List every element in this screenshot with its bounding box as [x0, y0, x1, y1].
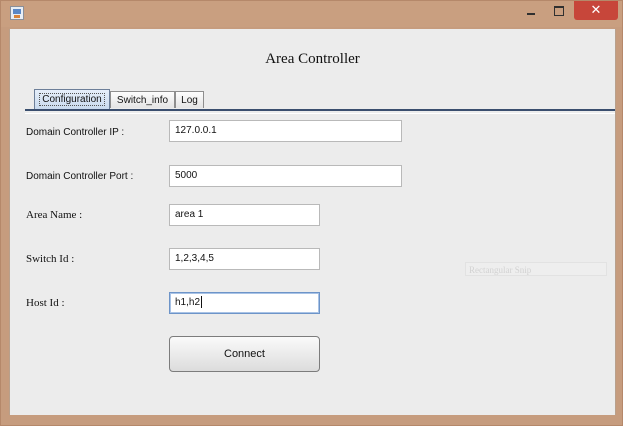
content-panel: Area Controller Configuration Switch_inf…: [9, 29, 616, 415]
host-id-value: h1,h2: [175, 297, 201, 308]
page-title: Area Controller: [265, 51, 360, 67]
area-name-field[interactable]: area 1: [169, 204, 320, 226]
tab-label: Configuration: [39, 93, 105, 106]
tab-configuration[interactable]: Configuration: [34, 89, 110, 109]
switch-id-field[interactable]: 1,2,3,4,5: [169, 248, 320, 270]
area-name-label: Area Name :: [26, 209, 83, 221]
domain-ip-field[interactable]: 127.0.0.1: [169, 120, 402, 142]
host-id-field[interactable]: h1,h2: [169, 292, 320, 314]
title-bar[interactable]: ✕: [1, 1, 622, 27]
host-id-label: Host Id :: [26, 297, 65, 309]
tab-divider: [25, 109, 615, 114]
java-app-icon[interactable]: [10, 6, 24, 20]
minimize-button[interactable]: [518, 1, 544, 21]
close-icon: ✕: [590, 3, 602, 18]
faded-snip-tooltip: Rectangular Snip: [465, 262, 607, 276]
connect-button[interactable]: Connect: [169, 336, 320, 372]
app-window: ✕ Area Controller Configuration Switch_i…: [0, 0, 623, 426]
tab-log[interactable]: Log: [175, 91, 204, 108]
text-caret: [201, 296, 203, 309]
tab-label: Switch_info: [116, 95, 169, 106]
maximize-button[interactable]: [546, 1, 572, 21]
domain-port-label: Domain Controller Port :: [26, 171, 134, 182]
close-button[interactable]: ✕: [574, 1, 618, 20]
domain-ip-label: Domain Controller IP :: [26, 127, 125, 138]
domain-port-field[interactable]: 5000: [169, 165, 402, 187]
minimize-icon: [527, 13, 535, 15]
tab-label: Log: [181, 95, 198, 106]
switch-id-label: Switch Id :: [26, 253, 75, 265]
tab-switch-info[interactable]: Switch_info: [110, 91, 175, 108]
maximize-icon: [554, 6, 564, 16]
